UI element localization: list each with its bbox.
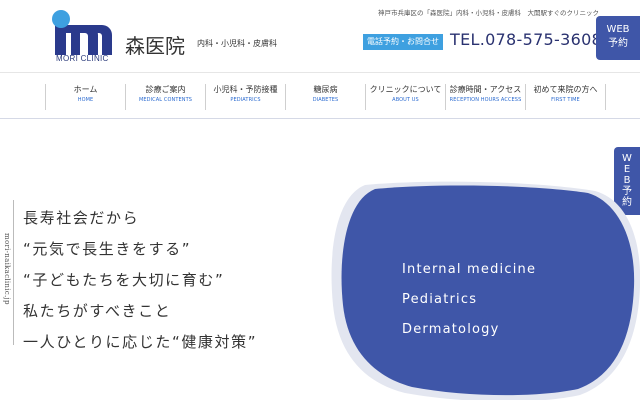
nav-item-medical-contents[interactable]: 診療ご案内 MEDICAL CONTENTS [125, 84, 205, 110]
nav-item-label: 診療ご案内 [145, 85, 186, 94]
hero-line: “元気で長生きをする” [23, 240, 192, 258]
hero-blob-shape [331, 181, 640, 400]
decorative-line [13, 200, 14, 345]
specialty-dermatology: Dermatology [402, 322, 500, 337]
specialty-pediatrics: Pediatrics [402, 292, 478, 307]
web-reservation-label-2: 予約 [608, 38, 628, 49]
logo-text: MORI CLINIC [56, 54, 109, 63]
nav-item-sublabel: MEDICAL CONTENTS [138, 97, 193, 103]
hero-line: 一人ひとりに応じた“健康対策” [23, 333, 258, 351]
nav-item-label: 診療時間・アクセス [449, 85, 522, 94]
hero-line: 長寿社会だから [23, 209, 140, 227]
nav-item-pediatrics[interactable]: 小児科・予防接種 PEDIATRICS [205, 84, 285, 110]
nav-item-home[interactable]: ホーム HOME [45, 84, 125, 110]
nav-item-diabetes[interactable]: 糖尿病 DIABETES [285, 84, 365, 110]
nav-item-sublabel: DIABETES [312, 97, 339, 103]
nav-item-sublabel: ABOUT US [392, 97, 419, 103]
clinic-departments: 内科・小児科・皮膚科 [197, 39, 277, 48]
nav-item-sublabel: FIRST TIME [551, 97, 580, 103]
header-divider [0, 72, 640, 73]
hero-line: 私たちがすべきこと [23, 302, 172, 320]
hero-line: “子どもたちを大切に育む” [23, 271, 225, 289]
nav-divider [0, 118, 640, 119]
header-tagline: 神戸市兵庫区の「森医院」内科・小児科・皮膚科 大開駅すぐのクリニック [378, 9, 599, 17]
nav-item-sublabel: RECEPTION HOURS ACCESS [449, 97, 522, 103]
phone-reservation-button[interactable]: 電話予約・お問合せ [363, 34, 443, 50]
phone-number[interactable]: TEL.078-575-3608 [450, 30, 602, 49]
nav-item-sublabel: HOME [77, 97, 94, 103]
nav-item-label: 糖尿病 [313, 85, 338, 94]
nav-item-hours-access[interactable]: 診療時間・アクセス RECEPTION HOURS ACCESS [445, 84, 525, 110]
nav-item-label: ホーム [73, 85, 98, 94]
nav-item-label: クリニックについて [369, 85, 442, 94]
specialty-internal-medicine: Internal medicine [402, 262, 537, 277]
nav-item-label: 小児科・予防接種 [213, 85, 278, 94]
hero-message: 長寿社会だから “元気で長生きをする” “子どもたちを大切に育む” 私たちがすべ… [23, 203, 257, 358]
clinic-name: 森医院 [125, 34, 185, 58]
nav-item-sublabel: PEDIATRICS [230, 97, 261, 103]
web-reservation-button[interactable]: WEB 予約 [596, 16, 640, 60]
nav-item-about-us[interactable]: クリニックについて ABOUT US [365, 84, 445, 110]
nav-item-first-time[interactable]: 初めて来院の方へ FIRST TIME [525, 84, 606, 110]
nav-item-label: 初めて来院の方へ [533, 85, 598, 94]
site-url: mori-naikaclinic.jp [3, 233, 11, 305]
main-nav: ホーム HOME 診療ご案内 MEDICAL CONTENTS 小児科・予防接種… [45, 84, 606, 110]
web-reservation-label-1: WEB [606, 24, 630, 35]
